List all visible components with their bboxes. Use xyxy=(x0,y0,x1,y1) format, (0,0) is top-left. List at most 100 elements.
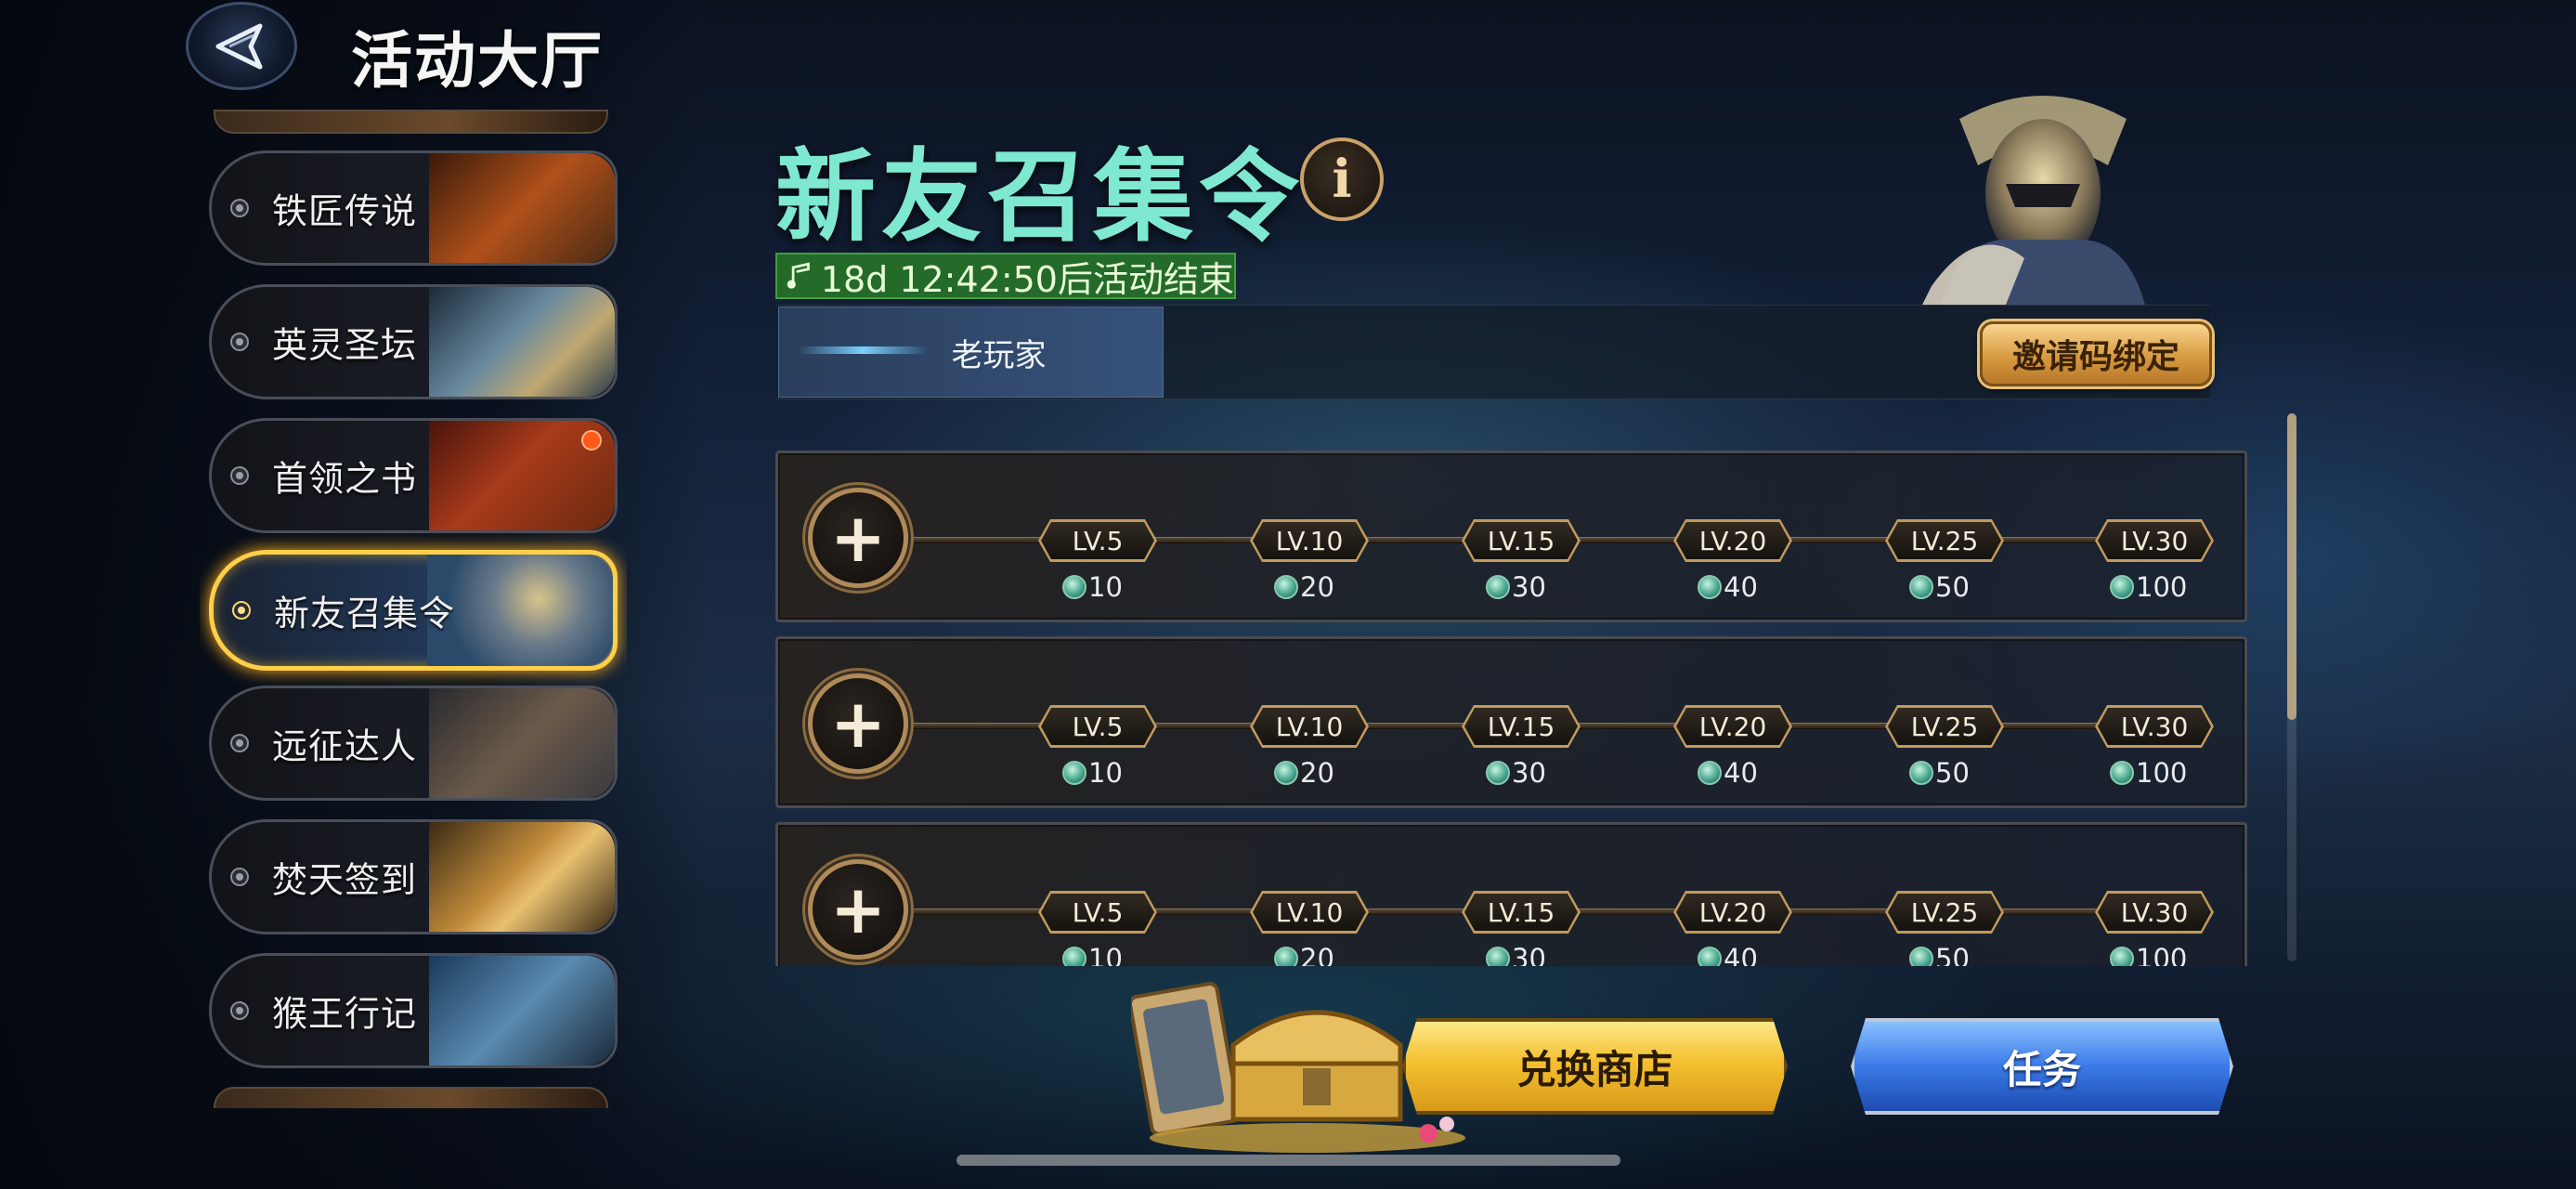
reward-amount[interactable]: 50 xyxy=(1909,756,1970,790)
sidebar-thumb xyxy=(429,822,615,932)
reward-amount[interactable]: 30 xyxy=(1486,756,1546,790)
level-badge: LV.20 xyxy=(1673,519,1792,562)
reward-amount[interactable]: 100 xyxy=(2110,570,2187,604)
sidebar-item-monkey-king-journey[interactable]: 猴王行记 xyxy=(209,953,618,1068)
sidebar-thumb xyxy=(429,688,615,798)
gem-icon xyxy=(1698,575,1722,599)
level-badge: LV.15 xyxy=(1462,705,1581,748)
reward-amount[interactable]: 20 xyxy=(1274,942,1334,966)
level-badge: LV.5 xyxy=(1038,519,1157,562)
sidebar-item-label: 英灵圣坛 xyxy=(272,324,418,366)
back-button[interactable] xyxy=(186,2,297,90)
reward-amount-text: 50 xyxy=(1935,943,1970,966)
reward-amount[interactable]: 50 xyxy=(1909,570,1970,604)
reward-amount[interactable]: 40 xyxy=(1698,570,1758,604)
exchange-shop-button[interactable]: 兑换商店 xyxy=(1402,1018,1788,1115)
music-note-icon xyxy=(787,262,810,289)
reward-amount[interactable]: 10 xyxy=(1062,942,1123,966)
level-label: LV.15 xyxy=(1464,522,1578,559)
level-label: LV.20 xyxy=(1676,522,1789,559)
activity-sidebar[interactable]: 铁匠传说 英灵圣坛 首领之书 新友召集令 远征达人 焚天签到 猴王行记 xyxy=(200,110,627,1108)
sidebar-item-expedition-master[interactable]: 远征达人 xyxy=(209,686,618,801)
reward-amount[interactable]: 100 xyxy=(2110,942,2187,966)
sidebar-item-label: 首领之书 xyxy=(272,458,418,500)
reward-amount-text: 30 xyxy=(1512,943,1546,966)
reward-amount-text: 10 xyxy=(1088,571,1123,603)
task-button[interactable]: 任务 xyxy=(1851,1018,2233,1115)
level-label: LV.15 xyxy=(1464,708,1578,745)
level-badge: LV.30 xyxy=(2095,705,2214,748)
level-label: LV.20 xyxy=(1676,708,1789,745)
bullet-icon xyxy=(230,199,249,217)
gem-icon xyxy=(1062,947,1086,966)
reward-amount-text: 40 xyxy=(1724,943,1758,966)
reward-amount[interactable]: 20 xyxy=(1274,756,1334,790)
add-friend-button[interactable]: + xyxy=(808,673,908,774)
gem-icon xyxy=(1486,947,1510,966)
invite-code-bind-button[interactable]: 邀请码绑定 xyxy=(1980,321,2212,386)
level-badge: LV.5 xyxy=(1038,705,1157,748)
reward-amount-text: 30 xyxy=(1512,571,1546,603)
reward-row: + LV.5 10 LV.10 20 LV.15 30 LV.20 40 LV.25 50 LV.30… xyxy=(775,451,2247,622)
reward-amount-text: 100 xyxy=(2136,571,2188,603)
level-label: LV.25 xyxy=(1888,522,2001,559)
reward-amount-text: 50 xyxy=(1935,757,1970,789)
reward-amount-text: 40 xyxy=(1724,571,1758,603)
level-label: LV.20 xyxy=(1676,894,1789,931)
level-badge: LV.5 xyxy=(1038,891,1157,934)
reward-amount-text: 50 xyxy=(1935,571,1970,603)
add-friend-button[interactable]: + xyxy=(808,488,908,588)
tab-veteran-player[interactable]: 老玩家 xyxy=(778,307,1164,398)
sidebar-item-burning-sky-checkin[interactable]: 焚天签到 xyxy=(209,819,618,934)
reward-amount[interactable]: 40 xyxy=(1698,756,1758,790)
reward-amount[interactable]: 100 xyxy=(2110,756,2187,790)
event-title: 新友召集令 xyxy=(775,139,1306,255)
level-badge: LV.25 xyxy=(1885,519,2004,562)
reward-row: + LV.5 10 LV.10 20 LV.15 30 LV.20 40 LV.25 50 LV.30… xyxy=(775,822,2247,966)
sidebar-thumb xyxy=(429,287,615,397)
gem-icon xyxy=(2110,761,2134,785)
bullet-icon xyxy=(230,333,249,351)
sidebar-item-partial-bottom[interactable] xyxy=(214,1087,608,1108)
level-label: LV.30 xyxy=(2098,522,2211,559)
gem-icon xyxy=(1909,575,1933,599)
gem-icon xyxy=(1909,761,1933,785)
level-badge: LV.15 xyxy=(1462,519,1581,562)
reward-amount[interactable]: 10 xyxy=(1062,570,1123,604)
reward-amount[interactable]: 40 xyxy=(1698,942,1758,966)
reward-amount[interactable]: 30 xyxy=(1486,570,1546,604)
reward-amount[interactable]: 20 xyxy=(1274,570,1334,604)
gem-icon xyxy=(1274,761,1298,785)
scrollbar-thumb[interactable] xyxy=(2287,413,2296,720)
reward-row: + LV.5 10 LV.10 20 LV.15 30 LV.20 40 LV.25 50 LV.30… xyxy=(775,636,2247,808)
reward-list[interactable]: + LV.5 10 LV.10 20 LV.15 30 LV.20 40 LV.25 50 LV.30… xyxy=(775,451,2247,966)
bullet-icon xyxy=(232,601,251,620)
reward-amount-text: 20 xyxy=(1300,571,1334,603)
reward-amount-text: 20 xyxy=(1300,943,1334,966)
home-indicator[interactable] xyxy=(956,1155,1620,1166)
sidebar-item-label: 焚天签到 xyxy=(272,859,418,901)
sidebar-item-boss-book[interactable]: 首领之书 xyxy=(209,418,618,533)
sidebar-item-partial-top[interactable] xyxy=(214,110,608,134)
gem-icon xyxy=(1698,947,1722,966)
sidebar-item-label: 新友召集令 xyxy=(274,593,456,634)
level-label: LV.10 xyxy=(1253,522,1366,559)
reward-amount[interactable]: 50 xyxy=(1909,942,1970,966)
gem-icon xyxy=(1909,947,1933,966)
gem-icon xyxy=(2110,575,2134,599)
level-badge: LV.20 xyxy=(1673,705,1792,748)
gem-icon xyxy=(1486,575,1510,599)
level-label: LV.30 xyxy=(2098,894,2211,931)
page-title: 活动大厅 xyxy=(351,25,604,97)
timer-text: 18d 12:42:50后活动结束 xyxy=(820,258,1234,300)
sidebar-item-new-friend-recruit[interactable]: 新友召集令 xyxy=(209,550,618,671)
reward-amount-text: 100 xyxy=(2136,757,2188,789)
add-friend-button[interactable]: + xyxy=(808,859,908,960)
reward-amount[interactable]: 30 xyxy=(1486,942,1546,966)
sidebar-item-label: 铁匠传说 xyxy=(272,190,418,232)
info-button[interactable]: i xyxy=(1300,137,1384,221)
sidebar-item-blacksmith-legend[interactable]: 铁匠传说 xyxy=(209,150,618,266)
sidebar-item-hero-altar[interactable]: 英灵圣坛 xyxy=(209,284,618,399)
reward-amount[interactable]: 10 xyxy=(1062,756,1123,790)
notification-badge xyxy=(581,430,602,451)
